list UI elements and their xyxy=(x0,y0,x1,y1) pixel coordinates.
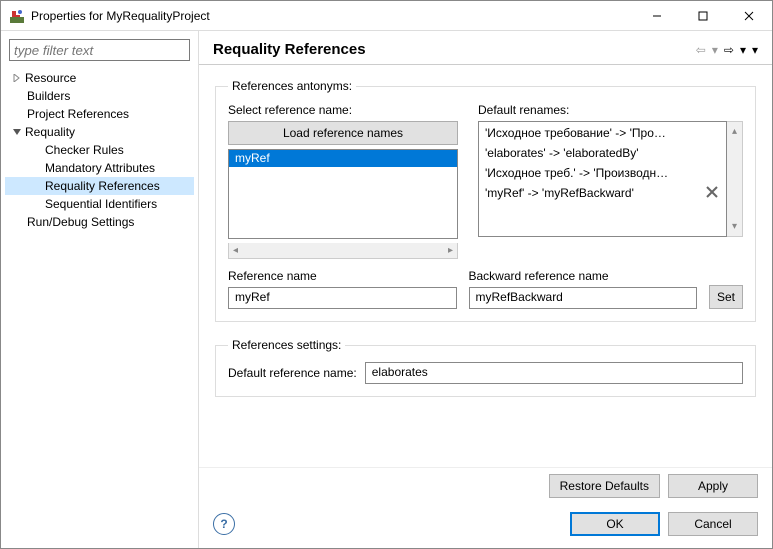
antonyms-group: References antonyms: Select reference na… xyxy=(215,79,756,322)
scroll-left-icon[interactable]: ◂ xyxy=(233,245,238,256)
default-renames-label: Default renames: xyxy=(478,103,743,117)
reference-name-input[interactable]: myRef xyxy=(228,287,457,309)
rename-row[interactable]: 'Исходное требование' -> 'Про… xyxy=(485,126,720,146)
tree-label: Project References xyxy=(27,107,129,121)
default-reference-name-input[interactable]: elaborates xyxy=(365,362,743,384)
minimize-button[interactable] xyxy=(634,1,680,31)
rename-row[interactable]: 'myRef' -> 'myRefBackward' xyxy=(485,186,720,206)
reference-names-list[interactable]: myRef xyxy=(228,149,458,239)
tree-node-checker-rules[interactable]: Checker Rules xyxy=(5,141,194,159)
tree-label: Resource xyxy=(25,71,76,85)
back-icon[interactable]: ⇦ xyxy=(696,43,706,57)
page-header: Requality References ⇦ ▾ ⇨ ▾ ▾ xyxy=(199,31,772,65)
app-icon xyxy=(9,8,25,24)
apply-button[interactable]: Apply xyxy=(668,474,758,498)
window-title: Properties for MyRequalityProject xyxy=(31,9,634,23)
tree-node-requality-references[interactable]: Requality References xyxy=(5,177,194,195)
tree-label: Run/Debug Settings xyxy=(27,215,134,229)
backward-reference-name-input[interactable]: myRefBackward xyxy=(469,287,698,309)
tree-node-run-debug[interactable]: Run/Debug Settings xyxy=(5,213,194,231)
tree-node-requality[interactable]: Requality xyxy=(5,123,194,141)
set-button[interactable]: Set xyxy=(709,285,743,309)
tree-label: Requality References xyxy=(45,179,160,193)
right-panel: Requality References ⇦ ▾ ⇨ ▾ ▾ Reference… xyxy=(199,31,772,548)
chevron-down-icon xyxy=(11,126,23,138)
ok-button[interactable]: OK xyxy=(570,512,660,536)
tree-label: Checker Rules xyxy=(45,143,124,157)
tree-label: Sequential Identifiers xyxy=(45,197,157,211)
backward-reference-name-label: Backward reference name xyxy=(469,269,698,283)
left-panel: Resource Builders Project References Req… xyxy=(1,31,199,548)
forward-drop-icon[interactable]: ▾ xyxy=(740,43,746,57)
filter-input[interactable] xyxy=(9,39,190,61)
list-item[interactable]: myRef xyxy=(229,150,457,167)
tree-label: Builders xyxy=(27,89,70,103)
load-reference-names-button[interactable]: Load reference names xyxy=(228,121,458,145)
page-title: Requality References xyxy=(213,41,696,58)
nav-icons: ⇦ ▾ ⇨ ▾ ▾ xyxy=(696,43,758,57)
default-reference-name-label: Default reference name: xyxy=(228,366,357,380)
tree-label: Requality xyxy=(25,125,75,139)
tree-label: Mandatory Attributes xyxy=(45,161,155,175)
maximize-button[interactable] xyxy=(680,1,726,31)
forward-icon[interactable]: ⇨ xyxy=(724,43,734,57)
tree-node-project-references[interactable]: Project References xyxy=(5,105,194,123)
settings-legend: References settings: xyxy=(228,338,345,352)
default-renames-box[interactable]: 'Исходное требование' -> 'Про… 'elaborat… xyxy=(478,121,727,237)
tree-node-sequential-identifiers[interactable]: Sequential Identifiers xyxy=(5,195,194,213)
scroll-right-icon[interactable]: ▸ xyxy=(448,245,453,256)
restore-defaults-button[interactable]: Restore Defaults xyxy=(549,474,660,498)
tree-node-mandatory-attributes[interactable]: Mandatory Attributes xyxy=(5,159,194,177)
help-icon[interactable]: ? xyxy=(213,513,235,535)
footer-top: Restore Defaults Apply xyxy=(199,467,772,504)
vertical-scrollbar[interactable]: ▴▾ xyxy=(727,121,743,237)
scroll-up-icon[interactable]: ▴ xyxy=(732,126,737,137)
rename-row[interactable]: 'Исходное треб.' -> 'Производн… xyxy=(485,166,720,186)
horizontal-scrollbar[interactable]: ◂▸ xyxy=(228,243,458,259)
settings-group: References settings: Default reference n… xyxy=(215,338,756,397)
tree-node-resource[interactable]: Resource xyxy=(5,69,194,87)
delete-rename-icon[interactable] xyxy=(704,184,720,200)
menu-drop-icon[interactable]: ▾ xyxy=(752,43,758,57)
footer-bottom: ? OK Cancel xyxy=(199,504,772,548)
rename-row[interactable]: 'elaborates' -> 'elaboratedBy' xyxy=(485,146,720,166)
reference-name-label: Reference name xyxy=(228,269,457,283)
close-button[interactable] xyxy=(726,1,772,31)
scroll-down-icon[interactable]: ▾ xyxy=(732,221,737,232)
titlebar: Properties for MyRequalityProject xyxy=(1,1,772,31)
tree[interactable]: Resource Builders Project References Req… xyxy=(5,69,194,540)
content-area: References antonyms: Select reference na… xyxy=(199,65,772,467)
tree-node-builders[interactable]: Builders xyxy=(5,87,194,105)
select-reference-label: Select reference name: xyxy=(228,103,458,117)
chevron-right-icon xyxy=(11,72,23,84)
antonyms-legend: References antonyms: xyxy=(228,79,356,93)
dialog-body: Resource Builders Project References Req… xyxy=(1,31,772,548)
back-drop-icon[interactable]: ▾ xyxy=(712,43,718,57)
window-buttons xyxy=(634,1,772,31)
cancel-button[interactable]: Cancel xyxy=(668,512,758,536)
